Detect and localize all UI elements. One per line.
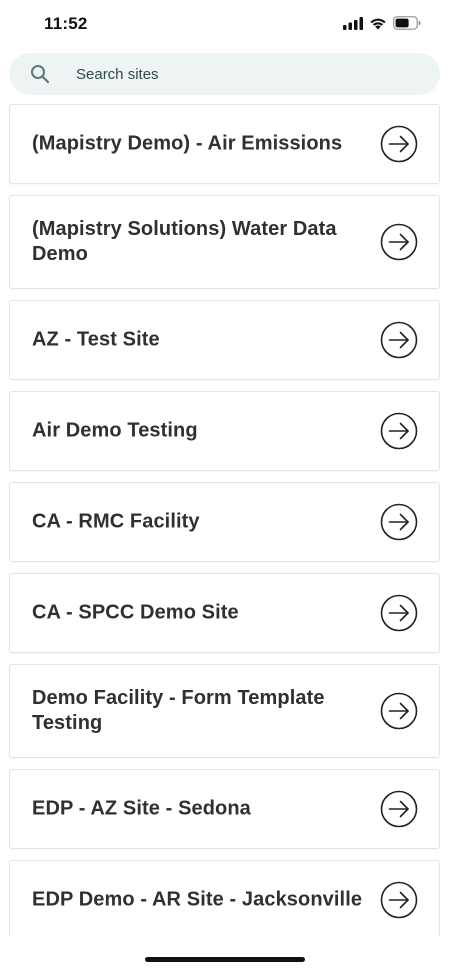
search-icon [31,65,50,84]
site-name: (Mapistry Demo) - Air Emissions [32,132,343,155]
site-card[interactable]: AZ - Test Site [9,300,440,380]
site-name: Air Demo Testing [32,419,198,442]
site-card[interactable]: CA - RMC Facility [9,482,440,562]
site-card[interactable]: Demo Facility - Form Template Testing [9,664,440,758]
search-bar[interactable] [9,53,440,95]
arrow-right-circle-icon[interactable] [380,790,418,828]
site-name: EDP Demo - AR Site - Jacksonville [32,888,363,911]
site-name: (Mapistry Solutions) Water Data Demo [32,218,337,265]
site-name: AZ - Test Site [32,328,160,351]
site-card[interactable]: (Mapistry Solutions) Water Data Demo [9,195,440,289]
site-card[interactable]: EDP - AZ Site - Sedona [9,769,440,849]
site-name: CA - RMC Facility [32,510,200,533]
arrow-right-circle-icon[interactable] [380,503,418,541]
site-list[interactable]: (Mapistry Demo) - Air Emissions (Mapistr… [0,0,449,936]
arrow-right-circle-icon[interactable] [380,881,418,919]
site-name: CA - SPCC Demo Site [32,601,239,624]
site-card[interactable]: (Mapistry Demo) - Air Emissions [9,104,440,184]
arrow-right-circle-icon[interactable] [380,223,418,261]
site-card[interactable]: EDP Demo - AR Site - Jacksonville [9,860,440,936]
site-card[interactable]: CA - SPCC Demo Site [9,573,440,653]
arrow-right-circle-icon[interactable] [380,321,418,359]
site-name: Demo Facility - Form Template Testing [32,687,325,734]
arrow-right-circle-icon[interactable] [380,594,418,632]
arrow-right-circle-icon[interactable] [380,412,418,450]
site-name: EDP - AZ Site - Sedona [32,797,251,820]
arrow-right-circle-icon[interactable] [380,125,418,163]
search-input[interactable] [76,53,416,95]
home-indicator[interactable] [145,957,305,962]
arrow-right-circle-icon[interactable] [380,692,418,730]
site-card[interactable]: Air Demo Testing [9,391,440,471]
